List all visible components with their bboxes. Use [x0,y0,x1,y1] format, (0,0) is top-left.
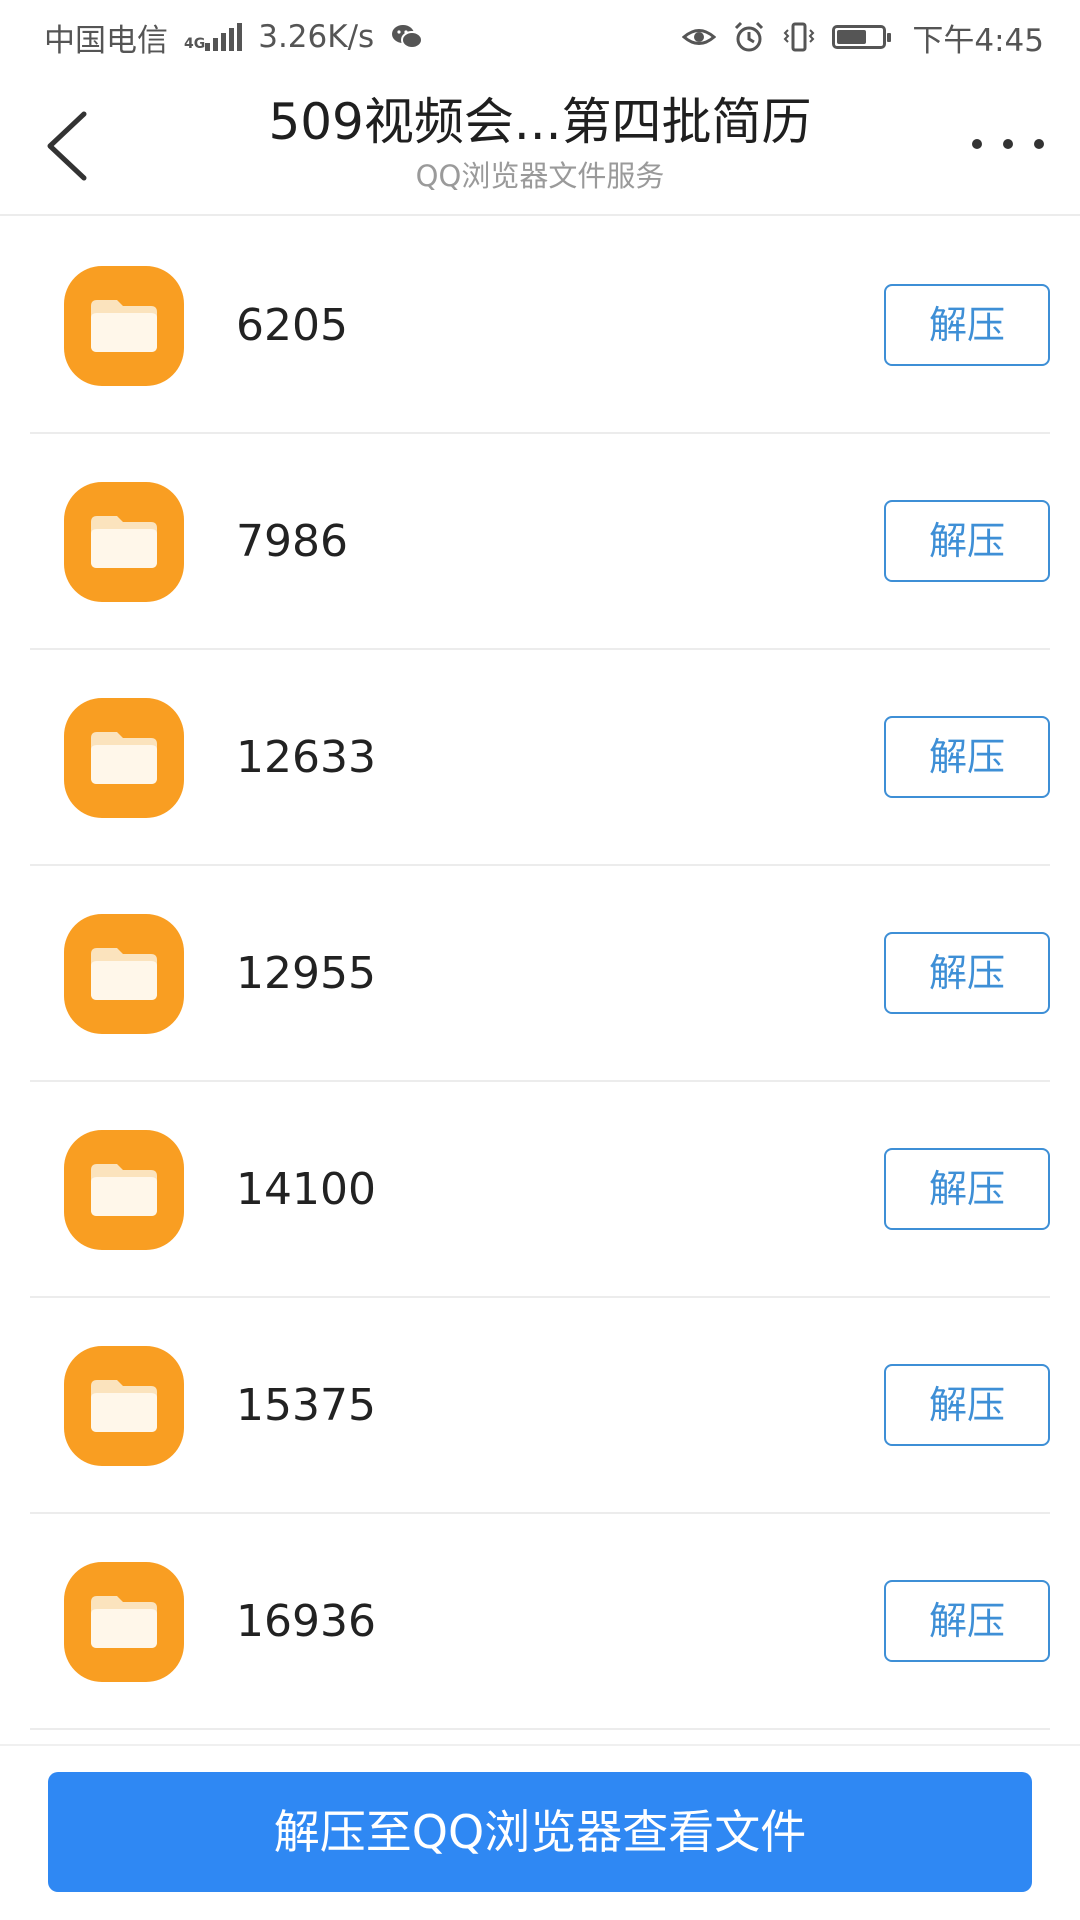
folder-icon [64,482,184,602]
list-item[interactable]: 16936 解压 [0,1514,1080,1730]
extract-button[interactable]: 解压 [884,1148,1050,1230]
back-button[interactable] [40,108,100,184]
bottom-bar: 解压至QQ浏览器查看文件 [0,1744,1080,1920]
chevron-left-icon [47,111,87,181]
status-right: 下午4:45 [682,15,1044,60]
signal-icon [205,23,243,51]
more-dot-icon [1034,139,1044,149]
status-left: 中国电信 4G 3.26K/s [44,15,424,60]
more-dot-icon [972,139,982,149]
file-name: 14100 [236,1164,376,1215]
network-type-label: 4G [184,36,206,52]
folder-icon [64,914,184,1034]
folder-icon [64,266,184,386]
more-dot-icon [1003,139,1013,149]
list-item[interactable]: 12633 解压 [0,650,1080,866]
alarm-icon [735,21,764,52]
extract-button[interactable]: 解压 [884,500,1050,582]
battery-icon [832,25,892,49]
file-name: 12955 [236,948,376,999]
folder-icon [64,1130,184,1250]
extract-button[interactable]: 解压 [884,716,1050,798]
file-name: 12633 [236,732,376,783]
list-item[interactable]: 7986 解压 [0,434,1080,650]
status-bar: 中国电信 4G 3.26K/s 下午4:45 [0,0,1080,74]
page-title: 509视频会...第四批简历 [268,93,812,151]
folder-icon [64,698,184,818]
eye-icon [682,29,717,45]
header: 509视频会...第四批简历 QQ浏览器文件服务 [0,74,1080,216]
list-item[interactable]: 6205 解压 [0,218,1080,434]
extract-button[interactable]: 解压 [884,932,1050,1014]
folder-icon [64,1562,184,1682]
vibrate-icon [783,22,815,52]
page-subtitle: QQ浏览器文件服务 [415,159,665,193]
extract-to-browser-button[interactable]: 解压至QQ浏览器查看文件 [48,1772,1032,1892]
network-speed: 3.26K/s [258,19,375,55]
file-list: 6205 解压 7986 解压 12633 解压 12955 解压 14100 … [0,218,1080,1730]
wechat-icon [392,25,424,49]
carrier-label: 中国电信 [44,22,168,59]
extract-button[interactable]: 解压 [884,1580,1050,1662]
extract-button[interactable]: 解压 [884,1364,1050,1446]
title-group: 509视频会...第四批简历 QQ浏览器文件服务 [150,90,930,196]
extract-button[interactable]: 解压 [884,284,1050,366]
list-item[interactable]: 12955 解压 [0,866,1080,1082]
file-name: 16936 [236,1596,376,1647]
list-item[interactable]: 15375 解压 [0,1298,1080,1514]
list-item[interactable]: 14100 解压 [0,1082,1080,1298]
file-name: 15375 [236,1380,376,1431]
file-name: 7986 [236,516,348,567]
file-name: 6205 [236,300,348,351]
folder-icon [64,1346,184,1466]
clock-time: 下午4:45 [912,22,1044,59]
more-options-button[interactable] [972,124,1044,164]
